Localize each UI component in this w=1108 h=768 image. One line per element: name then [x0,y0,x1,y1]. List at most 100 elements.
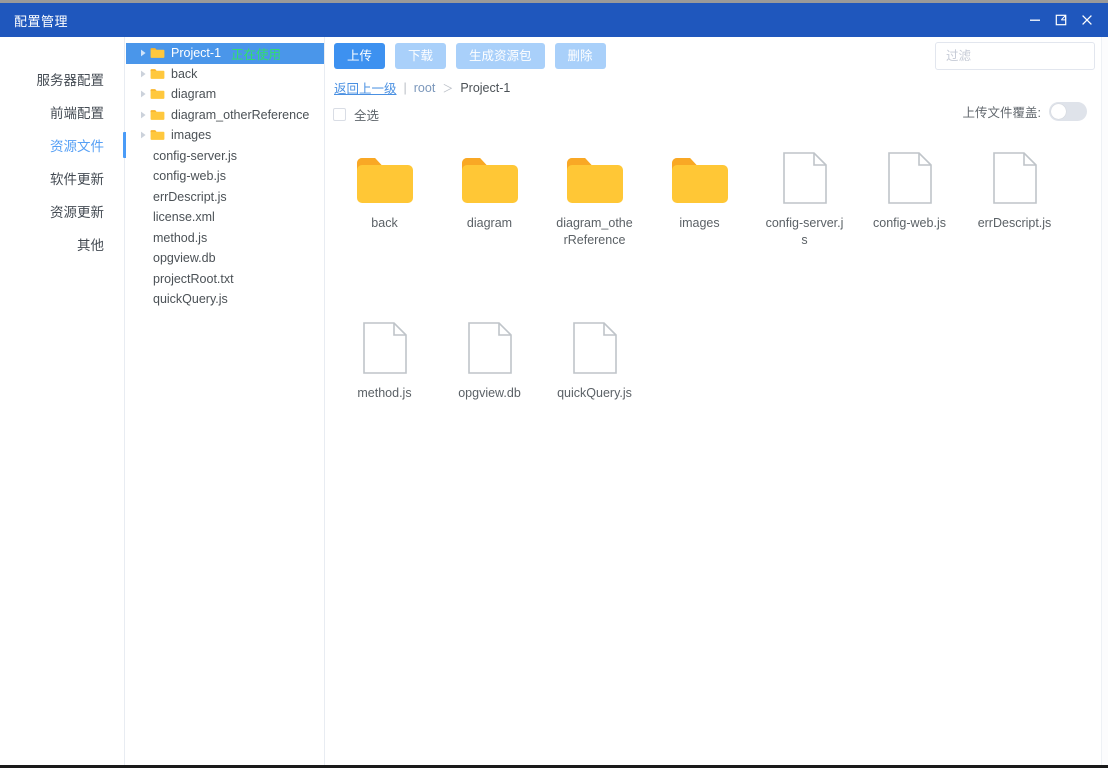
file-icon [362,321,408,375]
sidebar-item-label: 资源更新 [50,204,104,220]
sidebar-item-server-config[interactable]: 服务器配置 [0,62,124,95]
grid-item-label: diagram_otherReference [556,216,633,247]
tree-item-label: Project-1 [171,46,222,60]
chevron-right-icon[interactable] [137,111,150,119]
grid-item-back[interactable]: back [332,137,437,249]
tree-item-diagram[interactable]: diagram [126,84,324,105]
folder-icon [150,47,166,59]
breadcrumb-separator: ＞ [442,82,454,95]
sidebar-item-label: 前端配置 [50,105,104,121]
filter-field[interactable] [935,42,1095,70]
sidebar-item-other[interactable]: 其他 [0,227,124,260]
tree-item-back[interactable]: back [126,64,324,85]
sidebar-item-resource-files[interactable]: 资源文件 [0,128,127,161]
grid-item-quick-query-js[interactable]: quickQuery.js [542,307,647,402]
grid-item-label: quickQuery.js [557,386,632,400]
config-management-window: 配置管理 服务器配置 前端配置 资源文件 软件更新 资源更新 其他 Projec… [0,0,1108,768]
tree-item-opgview-db[interactable]: opgview.db [126,248,324,269]
overwrite-control: 上传文件覆盖: [963,102,1087,121]
grid-item-config-web-js[interactable]: config-web.js [857,137,962,249]
project-tree[interactable]: Project-1 正在使用 back diagram diagram_othe… [126,37,325,765]
select-all-label: 全选 [354,109,380,123]
close-button[interactable] [1074,3,1100,37]
right-edge-strip [1102,37,1108,765]
grid-item-label: config-web.js [873,216,946,230]
grid-item-label: config-server.js [765,216,844,247]
chevron-right-icon[interactable] [137,70,150,78]
window-title: 配置管理 [14,13,69,29]
grid-item-label: back [371,216,398,230]
folder-icon [670,151,730,205]
close-icon [1082,15,1092,25]
grid-item-opgview-db[interactable]: opgview.db [437,307,542,402]
file-icon [467,321,513,375]
minimize-icon [1030,19,1040,21]
folder-icon [460,151,520,205]
grid-item-diagram[interactable]: diagram [437,137,542,249]
breadcrumb-current: Project-1 [460,80,511,95]
select-all-checkbox[interactable] [333,108,346,121]
tree-item-label: method.js [153,230,208,245]
tree-item-label: diagram [171,87,217,101]
tree-item-config-server-js[interactable]: config-server.js [126,146,324,167]
grid-item-method-js[interactable]: method.js [332,307,437,402]
chevron-right-icon[interactable] [137,131,150,139]
maximize-button[interactable] [1048,3,1074,37]
tree-item-label: quickQuery.js [153,292,228,306]
tree-item-images[interactable]: images [126,125,324,146]
overwrite-label: 上传文件覆盖: [962,106,1041,120]
grid-item-label: method.js [357,386,412,400]
folder-icon [150,129,166,141]
tree-item-method-js[interactable]: method.js [126,228,324,249]
minimize-button[interactable] [1022,3,1048,37]
grid-item-label: images [679,216,720,230]
sidebar-item-software-update[interactable]: 软件更新 [0,161,124,194]
tree-item-project-root-txt[interactable]: projectRoot.txt [126,269,324,290]
upload-button[interactable]: 上传 [334,43,386,69]
sidebar-item-resource-update[interactable]: 资源更新 [0,194,124,227]
sidebar-item-frontend-config[interactable]: 前端配置 [0,95,124,128]
tree-item-diagram-other-reference[interactable]: diagram_otherReference [126,105,324,126]
grid-item-label: opgview.db [458,386,521,400]
grid-item-images[interactable]: images [647,137,752,249]
grid-item-config-server-js[interactable]: config-server.js [752,137,857,249]
breadcrumb: 返回上一级 | root ＞ Project-1 [334,78,510,97]
delete-button[interactable]: 删除 [554,43,606,69]
grid-item-label: errDescript.js [977,216,1052,230]
tree-item-label: errDescript.js [153,189,227,204]
go-up-link[interactable]: 返回上一级 [334,78,397,97]
tree-item-project-1[interactable]: Project-1 正在使用 [126,43,324,64]
tree-item-license-xml[interactable]: license.xml [126,207,324,228]
folder-icon [565,151,625,205]
folder-icon [150,88,166,100]
tree-item-quick-query-js[interactable]: quickQuery.js [126,289,324,310]
tree-item-label: projectRoot.txt [153,271,234,286]
tree-item-err-descript-js[interactable]: errDescript.js [126,187,324,208]
tree-item-label: config-web.js [153,169,226,183]
sidebar-nav: 服务器配置 前端配置 资源文件 软件更新 资源更新 其他 [0,37,127,765]
tree-item-label: diagram_otherReference [171,107,310,122]
filter-input[interactable] [936,43,1094,69]
tree-item-label: images [171,128,212,142]
file-icon [992,151,1038,205]
select-all-control[interactable]: 全选 [333,105,379,124]
grid-item-err-descript-js[interactable]: errDescript.js [962,137,1067,249]
chevron-right-icon[interactable] [137,49,150,57]
file-browser-panel: 上传 下载 生成资源包 删除 返回上一级 | root ＞ Project-1 … [326,37,1102,765]
chevron-right-icon[interactable] [137,90,150,98]
overwrite-toggle[interactable] [1049,102,1087,121]
download-button[interactable]: 下载 [395,43,447,69]
sidebar-item-label: 资源文件 [50,138,104,154]
file-grid: back diagram diagram_otherReference imag… [332,137,1095,460]
tree-item-label: back [171,66,198,81]
tree-item-config-web-js[interactable]: config-web.js [126,166,324,187]
breadcrumb-root[interactable]: root [414,81,436,95]
title-bar: 配置管理 [0,3,1108,37]
action-toolbar: 上传 下载 生成资源包 删除 [334,43,606,69]
grid-item-diagram-other-reference[interactable]: diagram_otherReference [542,137,647,249]
folder-icon [355,151,415,205]
in-use-badge: 正在使用 [231,47,282,62]
generate-resource-package-button[interactable]: 生成资源包 [456,43,545,69]
toggle-knob [1051,104,1066,119]
tree-item-label: opgview.db [153,251,216,265]
